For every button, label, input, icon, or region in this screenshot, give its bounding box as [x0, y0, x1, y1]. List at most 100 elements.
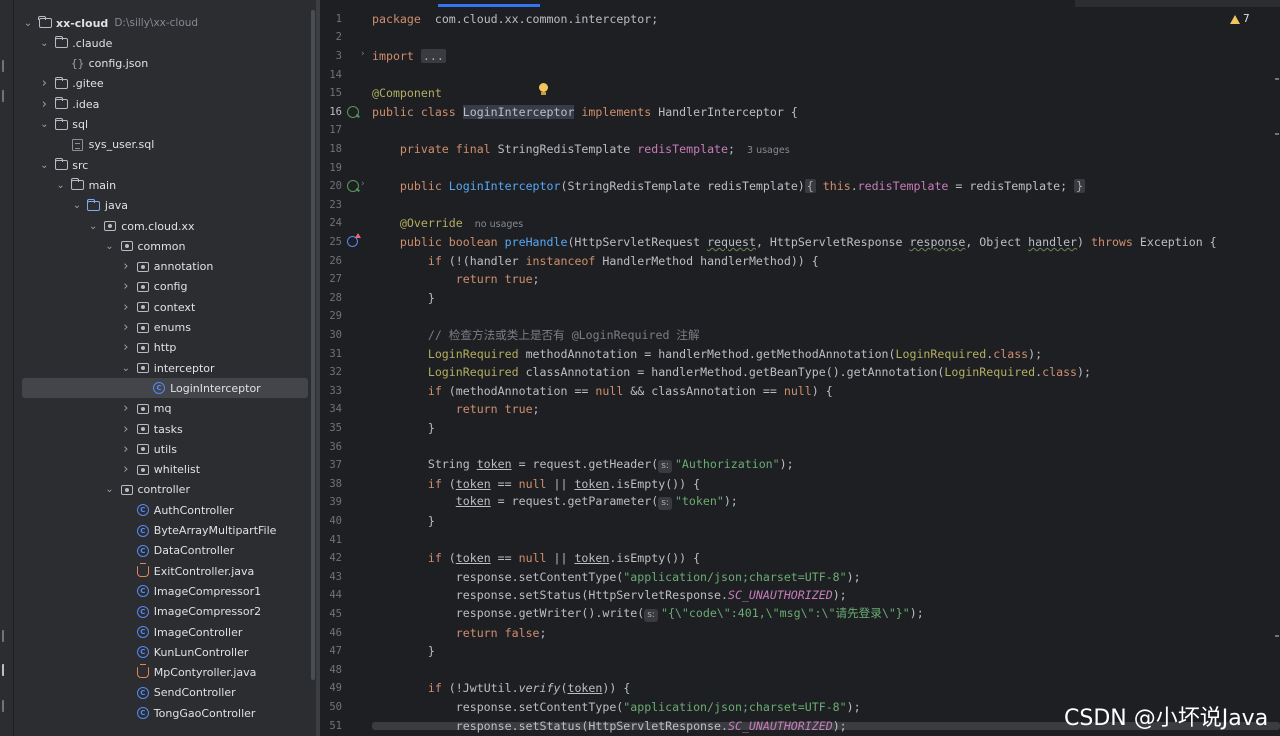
chevron-right-icon[interactable]: › — [120, 277, 132, 297]
tree-item[interactable]: ⌄ sql — [14, 115, 316, 135]
chevron-down-icon[interactable]: ⌄ — [104, 236, 116, 256]
project-scrollbar[interactable] — [311, 10, 315, 680]
tree-item[interactable]: › annotation — [14, 257, 316, 277]
tree-item[interactable]: ⌄ controller — [14, 480, 316, 500]
code-line[interactable]: 29 — [320, 307, 1280, 326]
tree-item[interactable]: sys_user.sql — [14, 135, 316, 155]
tree-item[interactable]: ⌄ java — [14, 196, 316, 216]
tree-item[interactable]: C TongGaoController — [14, 703, 316, 723]
code-line[interactable]: 3 › import ... — [320, 47, 1280, 66]
chevron-right-icon[interactable]: › — [38, 74, 50, 94]
code-line[interactable]: 40 } — [320, 512, 1280, 531]
tree-item[interactable]: ⌄ main — [14, 175, 316, 195]
spring-bean-icon[interactable] — [347, 179, 359, 192]
tree-item[interactable]: C ByteArrayMultipartFile — [14, 521, 316, 541]
code-line[interactable]: 20 › public LoginInterceptor(StringRedisT… — [320, 177, 1280, 196]
chevron-down-icon[interactable]: ⌄ — [55, 175, 67, 195]
code-line[interactable]: 38 if (token == null || token.isEmpty())… — [320, 475, 1280, 494]
code-line[interactable]: 41 — [320, 530, 1280, 549]
chevron-down-icon[interactable]: ⌄ — [38, 33, 50, 53]
code-line[interactable]: 44 response.setStatus(HttpServletRespons… — [320, 586, 1280, 605]
tree-item[interactable]: C SendController — [14, 683, 316, 703]
tree-item[interactable]: ⌄ src — [14, 155, 316, 175]
code-line[interactable]: 30 // 检查方法或类上是否有 @LoginRequired 注解 — [320, 326, 1280, 345]
tree-item[interactable]: › mq — [14, 399, 316, 419]
code-line[interactable]: 32 LoginRequired classAnnotation = handl… — [320, 363, 1280, 382]
tree-item[interactable]: › .idea — [14, 94, 316, 114]
chevron-right-icon[interactable]: › — [120, 460, 132, 480]
code-line[interactable]: 25 public boolean preHandle(HttpServletR… — [320, 232, 1280, 252]
code-line[interactable]: 49 if (!JwtUtil.verify(token)) { — [320, 679, 1280, 698]
tree-item[interactable]: {} config.json — [14, 54, 316, 74]
chevron-down-icon[interactable]: ⌄ — [87, 216, 99, 236]
fold-chevron-icon[interactable]: › — [360, 179, 365, 189]
code-line[interactable]: 15 @Component — [320, 84, 1280, 103]
tree-item[interactable]: ⌄ interceptor — [14, 358, 316, 378]
terminal-tool-icon[interactable] — [2, 630, 10, 642]
chevron-right-icon[interactable]: › — [120, 338, 132, 358]
problems-tool-icon[interactable] — [2, 664, 10, 676]
code-line[interactable]: 18 private final StringRedisTemplate red… — [320, 140, 1280, 159]
chevron-right-icon[interactable]: › — [120, 419, 132, 439]
code-line[interactable]: 42 if (token == null || token.isEmpty())… — [320, 549, 1280, 568]
chevron-right-icon[interactable]: › — [120, 439, 132, 459]
tree-item[interactable]: › utils — [14, 439, 316, 459]
chevron-down-icon[interactable]: ⌄ — [38, 115, 50, 135]
code-line[interactable]: 48 — [320, 661, 1280, 680]
tree-item[interactable]: C KunLunController — [14, 642, 316, 662]
tree-item[interactable]: › context — [14, 297, 316, 317]
code-line[interactable]: 1 package com.cloud.xx.common.interceptor… — [320, 10, 1280, 29]
code-line[interactable]: 31 LoginRequired methodAnnotation = hand… — [320, 344, 1280, 363]
chevron-down-icon[interactable]: ⌄ — [71, 196, 83, 216]
code-line[interactable]: 47 } — [320, 642, 1280, 661]
code-line[interactable]: 27 return true; — [320, 270, 1280, 289]
chevron-right-icon[interactable]: › — [120, 297, 132, 317]
chevron-right-icon[interactable]: › — [120, 257, 132, 277]
tree-item[interactable]: › http — [14, 338, 316, 358]
code-line[interactable]: 19 — [320, 158, 1280, 177]
code-line[interactable]: 17 — [320, 121, 1280, 140]
code-line[interactable]: 33 if (methodAnnotation == null && class… — [320, 382, 1280, 401]
tree-item-selected[interactable]: C LoginInterceptor — [22, 378, 308, 399]
tree-item[interactable]: › enums — [14, 318, 316, 338]
chevron-right-icon[interactable]: › — [120, 399, 132, 419]
fold-chevron-icon[interactable]: › — [360, 49, 365, 59]
tree-item[interactable]: C DataController — [14, 541, 316, 561]
commit-tool-icon[interactable] — [2, 90, 10, 102]
project-tool-icon[interactable] — [2, 60, 10, 72]
code-line[interactable]: 24 @Override no usages — [320, 214, 1280, 233]
code-line[interactable]: 43 response.setContentType("application/… — [320, 568, 1280, 587]
tree-item[interactable]: › whitelist — [14, 460, 316, 480]
code-line[interactable]: 39 token = request.getParameter(s: "token… — [320, 493, 1280, 512]
code-line[interactable]: 45 response.getWriter().write(s: "{\"code… — [320, 605, 1280, 624]
tree-item[interactable]: › tasks — [14, 419, 316, 439]
code-line[interactable]: 2 — [320, 28, 1280, 47]
code-line[interactable]: 23 — [320, 196, 1280, 215]
code-line[interactable]: 16 public class LoginInterceptor implemen… — [320, 103, 1280, 122]
override-method-icon[interactable] — [347, 232, 361, 247]
code-editor[interactable]: 7 1 package com.cloud.xx.common.intercept… — [320, 0, 1280, 736]
code-line[interactable]: 26 if (!(handler instanceof HandlerMetho… — [320, 251, 1280, 270]
tree-item[interactable]: ⌄ .claude — [14, 33, 316, 53]
code-line[interactable]: 28 } — [320, 289, 1280, 308]
tree-item[interactable]: ⌄ common — [14, 236, 316, 256]
code-line[interactable]: 37 String token = request.getHeader(s: "A… — [320, 456, 1280, 475]
chevron-right-icon[interactable]: › — [38, 94, 50, 114]
tree-item[interactable]: C ImageCompressor1 — [14, 581, 316, 601]
tree-item[interactable]: ⌄ xx-cloud D:\silly\xx-cloud — [14, 13, 316, 33]
chevron-down-icon[interactable]: ⌄ — [104, 480, 116, 500]
tree-item[interactable]: › .gitee — [14, 74, 316, 94]
chevron-down-icon[interactable]: ⌄ — [22, 13, 34, 33]
code-line[interactable]: 14 — [320, 65, 1280, 84]
tree-item[interactable]: C AuthController — [14, 500, 316, 520]
git-tool-icon[interactable] — [2, 700, 10, 712]
tree-item[interactable]: ⌄ com.cloud.xx — [14, 216, 316, 236]
tree-item[interactable]: C ImageController — [14, 622, 316, 642]
code-line[interactable]: 46 return false; — [320, 623, 1280, 642]
chevron-right-icon[interactable]: › — [120, 318, 132, 338]
spring-bean-icon[interactable] — [347, 105, 359, 118]
chevron-down-icon[interactable]: ⌄ — [120, 358, 132, 378]
tree-item[interactable]: ExitController.java — [14, 561, 316, 581]
tree-item[interactable]: MpContyroller.java — [14, 663, 316, 683]
tree-item[interactable]: C ImageCompressor2 — [14, 602, 316, 622]
